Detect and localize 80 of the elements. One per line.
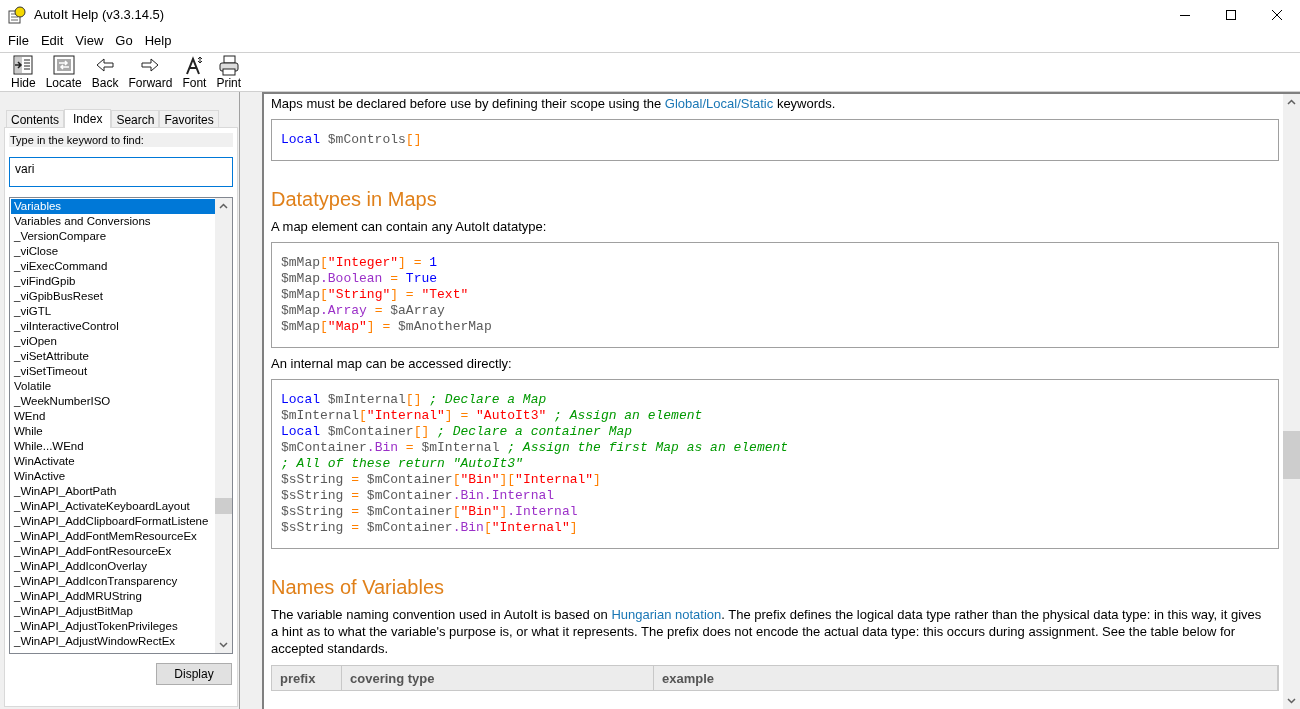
list-item[interactable]: _WinAPI_AddIconTransparency [11,574,215,589]
toolbar-button[interactable]: Print [211,54,247,90]
toolbar-button[interactable]: Locate [40,54,87,90]
list-item[interactable]: _WinAPI_AddFontResourceEx [11,544,215,559]
list-item[interactable]: _WinAPI_AddClipboardFormatListene [11,514,215,529]
column-header: covering type [342,666,654,690]
display-button[interactable]: Display [156,663,232,685]
menu-item[interactable]: Go [109,31,139,51]
code-line: $mInternal["Internal"] = "AutoIt3" ; Assign an element [281,408,704,424]
list-item[interactable]: Volatile [11,379,215,394]
list-item[interactable]: _viFindGpib [11,274,215,289]
keyword-field[interactable]: vari [9,157,233,187]
list-item[interactable]: Variables [11,199,215,214]
section-heading: Datatypes in Maps [271,187,438,211]
help-file-icon [8,6,26,24]
code-line: $mMap.Array = $aArray [281,303,446,319]
list-item[interactable]: _viExecCommand [11,259,215,274]
column-header: example [654,666,1278,690]
list-item[interactable]: _WinAPI_AddFontMemResourceEx [11,529,215,544]
code-line: $sString = $mContainer.Bin["Internal"] [281,520,579,536]
paragraph: The variable naming convention used in AutoIt is based on Hungarian notation. The prefix defines the logical data type rather than the physical data type: in this way, it gives a hint as to what the variable's purpose is, or what it represents. The prefix does not encode the actual data type: this occurs during assignment. See the table below for accepted standards. [271,606,1263,657]
menu-item[interactable]: Edit [34,31,70,51]
list-item[interactable]: _viSetTimeout [11,364,215,379]
window-title: AutoIt Help (v3.3.14.5) [34,6,165,25]
link[interactable]: Global/Local/Static [664,96,774,111]
scroll-thumb[interactable] [215,498,232,514]
tab[interactable]: Contents [6,110,65,127]
toolbar-button[interactable]: Forward [123,54,178,90]
column-header: prefix [272,666,342,690]
toolbar-button[interactable]: Hide [6,54,41,90]
code-line: Local $mContainer[] ; Declare a container Map [281,424,634,440]
list-item[interactable]: _viSetAttribute [11,349,215,364]
list-item[interactable]: _WinAPI_AddIconOverlay [11,559,215,574]
code-line: $mMap["Map"] = $mAnotherMap [281,319,493,335]
list-item[interactable]: _viGpibBusReset [11,289,215,304]
list-item[interactable]: _WinAPI_AdjustBitMap [11,604,215,619]
code-line: $mContainer.Bin = $mInternal ; Assign the first Map as an element [281,440,790,456]
list-item[interactable]: _viGTL [11,304,215,319]
code-line: $sString = $mContainer.Bin.Internal [281,488,556,504]
minimize-icon [1180,14,1190,16]
scroll-thumb[interactable] [1283,431,1300,479]
list-item[interactable]: _viOpen [11,334,215,349]
code-line: $mMap.Boolean = True [281,271,439,287]
menu-item[interactable]: Help [138,31,178,51]
prompt-label: Type in the keyword to find: [9,133,233,147]
paragraph: A map element can contain any AutoIt datatype: [271,218,548,235]
paragraph: Maps must be declared before use by defining their scope using the Global/Local/Static keywords. [271,95,837,112]
list-item[interactable]: _WinAPI_AbortPath [11,484,215,499]
list-item[interactable]: While...WEnd [11,439,215,454]
menu-item[interactable]: File [2,31,35,51]
list-item[interactable]: _WinAPI_AdjustWindowRectEx [11,634,215,649]
list-item[interactable]: WinActivate [11,454,215,469]
tab[interactable]: Index [64,109,112,128]
list-item[interactable]: WinActive [11,469,215,484]
code-line: $sString = $mContainer["Bin"]["Internal"] [281,472,602,488]
list-item[interactable]: _VersionCompare [11,229,215,244]
list-item[interactable]: _viInteractiveControl [11,319,215,334]
list-item[interactable]: _WeekNumberISO [11,394,215,409]
list-item[interactable]: _WinAPI_ActivateKeyboardLayout [11,499,215,514]
code-line: $mMap["String"] = "Text" [281,287,470,303]
code-line: ; All of these return "AutoIt3" [281,456,524,472]
toolbar-button[interactable]: Back [86,54,124,90]
close-icon [1272,10,1282,20]
code-line: $mMap["Integer"] = 1 [281,255,439,271]
paragraph: An internal map can be accessed directly: [271,355,513,372]
code-line: $sString = $mContainer["Bin"].Internal [281,504,579,520]
list-item[interactable]: WEnd [11,409,215,424]
section-heading: Names of Variables [271,575,446,599]
code-line: Local $mControls[] [281,132,423,148]
menu-item[interactable]: View [69,31,110,51]
list-item[interactable]: _viClose [11,244,215,259]
tab[interactable]: Search [111,110,160,127]
tab[interactable]: Favorites [159,110,219,127]
list-item[interactable]: _WinAPI_AddMRUString [11,589,215,604]
code-line: Local $mInternal[] ; Declare a Map [281,392,548,408]
toolbar-button[interactable]: Font [177,54,212,90]
maximize-icon [1226,10,1236,20]
list-item[interactable]: Variables and Conversions [11,214,215,229]
list-item[interactable]: _WinAPI_AdjustTokenPrivileges [11,619,215,634]
list-item[interactable]: While [11,424,215,439]
